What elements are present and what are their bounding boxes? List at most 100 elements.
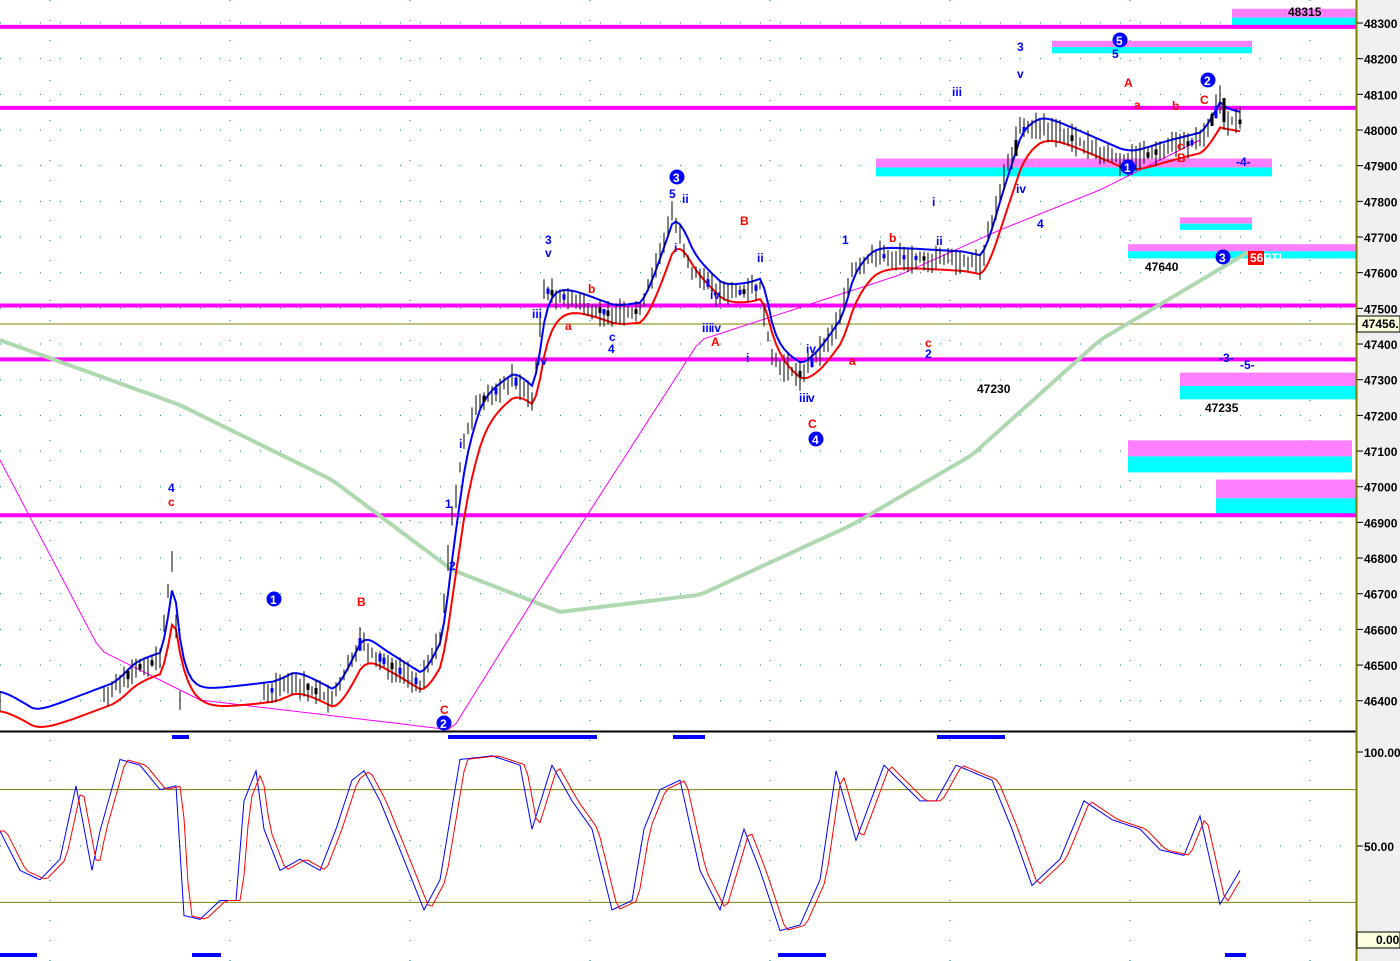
stoch-tick-label: 50.00 — [1364, 840, 1394, 854]
wave-label: A — [1124, 76, 1133, 90]
zone-cyan — [1128, 456, 1352, 473]
wave-label: i — [459, 437, 462, 451]
wave-label: v — [1017, 67, 1024, 81]
wave-label: iii — [532, 307, 542, 321]
wave-label: iii — [952, 85, 962, 99]
price-candle-body — [138, 664, 142, 670]
wave-label: 4 — [812, 433, 819, 447]
wave-label: a — [849, 354, 856, 368]
price-annotation: 47230 — [977, 382, 1011, 396]
price-candle-body — [494, 387, 498, 395]
price-candle-body — [382, 657, 386, 665]
price-tick-label: 47100 — [1364, 445, 1398, 459]
price-candle-body — [1186, 140, 1190, 146]
wave-label: 5 — [1112, 47, 1119, 61]
price-tick-label: 47600 — [1364, 267, 1398, 281]
price-candle-body — [1154, 149, 1158, 155]
price-candle-body — [810, 358, 814, 368]
signal-bar — [0, 953, 37, 957]
wave-label: ii — [936, 234, 943, 248]
price-tick-label: 48200 — [1364, 53, 1398, 67]
wave-label: 4 — [608, 342, 615, 356]
price-annotation: 48315 — [1288, 5, 1322, 19]
wave-label: C — [1200, 93, 1209, 107]
zone-pink — [1180, 217, 1252, 224]
stoch-tick-label: 100.00 — [1364, 746, 1400, 760]
signal-bar — [192, 953, 221, 957]
price-candle-body — [902, 255, 906, 260]
price-candle-body — [922, 256, 926, 261]
price-candle-body — [414, 677, 418, 685]
price-candle-body — [358, 638, 362, 651]
wave-label: 4 — [168, 481, 175, 495]
price-tick-label: 47900 — [1364, 160, 1398, 174]
price-annotation: 47235 — [1205, 401, 1239, 415]
background — [0, 0, 1400, 961]
price-tick-label: 47000 — [1364, 481, 1398, 495]
price-candle-body — [738, 289, 742, 295]
price-candle-body — [1014, 139, 1018, 156]
wave-label: iv — [537, 354, 547, 368]
price-annotation: 47640 — [1145, 260, 1179, 274]
wave-label: 5 — [1116, 34, 1123, 48]
wave-label: b — [889, 231, 896, 245]
zone-pink — [1216, 479, 1356, 499]
price-candle-body — [1222, 98, 1226, 123]
wave-label: 2 — [1204, 74, 1211, 88]
price-candle-body — [562, 294, 566, 300]
wave-label: -3- — [1219, 351, 1234, 365]
wave-label: B — [740, 214, 749, 228]
price-tick-label: 46800 — [1364, 552, 1398, 566]
price-tick-label: 48100 — [1364, 88, 1398, 102]
wave-label: 1 — [270, 593, 277, 607]
price-candle-body — [398, 667, 402, 675]
price-candle-body — [270, 688, 274, 693]
signal-bar — [778, 953, 826, 957]
wave-label: a — [565, 319, 572, 333]
wave-label: 1 — [842, 233, 849, 247]
wave-label: 3 — [1017, 40, 1024, 54]
price-candle-body — [1190, 139, 1194, 145]
wave-label: ii — [682, 192, 689, 206]
zone-cyan — [876, 167, 1272, 177]
wave-label: 2 — [449, 559, 456, 573]
zone-cyan — [1052, 47, 1252, 54]
wave-label: 2 — [925, 347, 932, 361]
zone-cyan — [1180, 223, 1252, 230]
price-tick-label: 47500 — [1364, 302, 1398, 316]
wave-label: b — [1172, 99, 1179, 113]
wave-label: B — [357, 595, 366, 609]
price-candle-body — [482, 395, 486, 403]
wave-label: B — [1177, 151, 1186, 165]
wave-label: i — [674, 241, 677, 255]
wave-label: C — [440, 703, 449, 717]
price-candle-body — [1238, 119, 1242, 125]
price-candle-body — [126, 670, 130, 680]
price-candle-body — [1070, 135, 1074, 141]
wave-label: 5 — [669, 187, 676, 201]
signal-bar — [673, 735, 705, 739]
price-candle-body — [706, 279, 710, 287]
wave-label: iv — [711, 321, 721, 335]
price-tick-label: 48000 — [1364, 124, 1398, 138]
price-candle-body — [514, 377, 518, 386]
price-candle-body — [754, 285, 758, 291]
price-candle-body — [1210, 114, 1214, 127]
price-candle-body — [742, 289, 746, 294]
wave-label: v — [545, 246, 552, 260]
wave-label: 1 — [445, 497, 452, 511]
stoch-tick-0: 0.00 — [1376, 933, 1400, 947]
wave-label: 3 — [545, 233, 552, 247]
wave-label: i — [932, 195, 935, 209]
price-candle-body — [314, 688, 318, 695]
wave-label: i — [746, 351, 749, 365]
price-candle-body — [550, 289, 554, 296]
zone-cyan — [1180, 385, 1356, 400]
price-tick-label: 46500 — [1364, 659, 1398, 673]
price-tick-label: 46700 — [1364, 588, 1398, 602]
zone-pink — [1180, 372, 1356, 386]
price-candle-body — [882, 254, 886, 259]
price-tick-label: 47700 — [1364, 231, 1398, 245]
wave-label: 3 — [673, 171, 680, 185]
wave-label: -5- — [1240, 358, 1255, 372]
